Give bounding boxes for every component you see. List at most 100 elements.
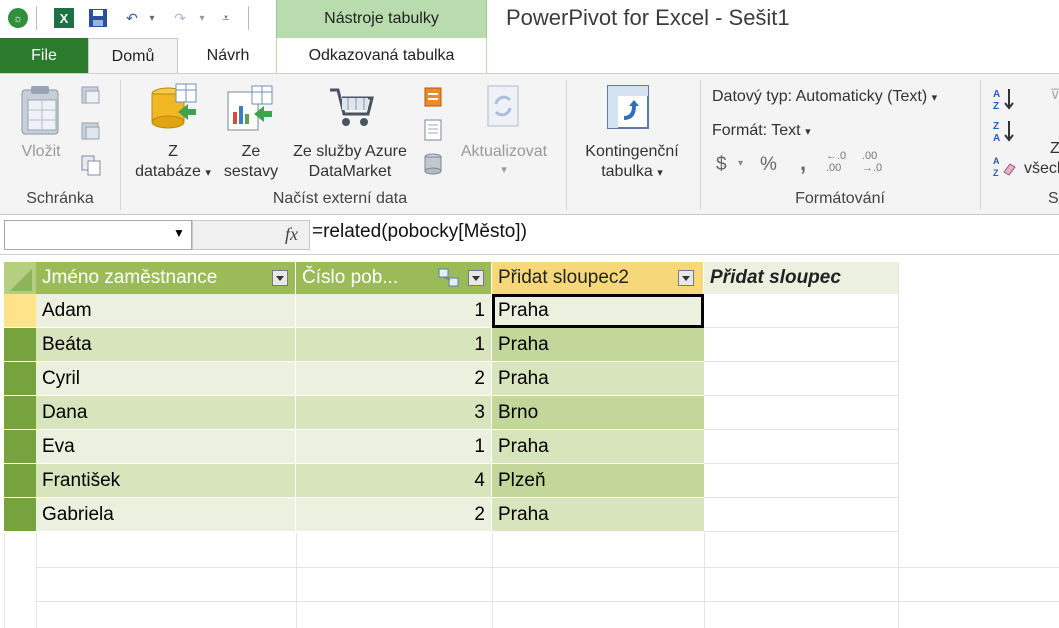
increase-decimal-button[interactable]: ←.0 .00 — [826, 150, 852, 174]
table-cell-empty[interactable] — [704, 430, 898, 464]
gridline — [296, 533, 297, 628]
clear-sort-icon[interactable]: AZ — [992, 154, 1018, 185]
chevron-down-icon[interactable]: ▼ — [173, 226, 185, 240]
kontingencni-label-1: Kontingenční — [585, 143, 679, 160]
table-cell-empty[interactable] — [704, 464, 898, 498]
comma-button[interactable]: , — [800, 150, 806, 176]
sort-ascending-icon[interactable]: AZ — [992, 86, 1018, 117]
kontingencni-tabulka-button[interactable]: tabulka ▾ — [574, 162, 690, 183]
pivot-table-icon — [606, 84, 652, 137]
column-filter-dropdown-icon[interactable] — [678, 270, 694, 286]
decrease-decimal-button[interactable]: .00 →.0 — [862, 150, 888, 174]
table-cell[interactable]: Praha — [492, 498, 704, 532]
column-header-pridat-sloupec2[interactable]: Přidat sloupec2 — [492, 262, 704, 294]
column-header-cislo-pobocky[interactable]: Číslo pob... — [296, 262, 492, 294]
table-cell[interactable]: Cyril — [36, 362, 296, 396]
excel-icon[interactable]: X — [52, 6, 76, 30]
data-cylinder-icon[interactable] — [422, 152, 444, 175]
table-cell[interactable]: Eva — [36, 430, 296, 464]
row-header[interactable] — [4, 430, 36, 464]
shopping-cart-icon — [326, 84, 378, 139]
table-cell-empty[interactable] — [704, 362, 898, 396]
row-header[interactable] — [4, 498, 36, 532]
table-cell[interactable]: Brno — [492, 396, 704, 430]
paste-replace-icon[interactable] — [80, 120, 102, 142]
clear-all-filters-button[interactable]: všech — [1024, 160, 1059, 178]
data-type-dropdown[interactable]: Datový typ: Automaticky (Text) ▾ — [712, 88, 937, 106]
gridline — [492, 533, 493, 628]
column-header-add-column[interactable]: Přidat sloupec — [704, 262, 898, 294]
z-databaze-label-2: databáze — [135, 163, 201, 180]
column-header-jmeno[interactable]: Jméno zaměstnance — [36, 262, 296, 294]
gridline — [704, 533, 705, 628]
tab-file[interactable]: File — [0, 38, 88, 73]
gridline — [36, 567, 1059, 568]
table-cell-empty[interactable] — [704, 328, 898, 362]
table-cell[interactable]: Praha — [492, 362, 704, 396]
undo-dropdown-icon[interactable]: ▾ — [140, 6, 164, 30]
other-sources-icon[interactable] — [422, 86, 444, 108]
aktualizovat-button[interactable]: Aktualizovat — [450, 142, 558, 162]
svg-text:Z: Z — [993, 168, 999, 178]
currency-button[interactable]: $ — [716, 154, 727, 176]
select-all-corner[interactable] — [4, 262, 36, 294]
table-cell[interactable]: Beáta — [36, 328, 296, 362]
azure-datamarket-button[interactable]: Ze služby Azure — [284, 142, 416, 162]
group-label-schranka: Schránka — [26, 190, 94, 207]
gridline — [36, 601, 1059, 602]
fx-icon[interactable]: fx — [285, 224, 298, 245]
redo-icon: ↷ — [174, 9, 186, 26]
table-cell[interactable]: 2 — [296, 498, 492, 532]
table-cell[interactable]: 2 — [296, 362, 492, 396]
table-cell[interactable]: Gabriela — [36, 498, 296, 532]
table-cell[interactable]: Praha — [492, 328, 704, 362]
refresh-icon — [486, 84, 522, 135]
table-cell[interactable]: František — [36, 464, 296, 498]
row-header[interactable] — [4, 328, 36, 362]
formula-input[interactable]: =related(pobocky[Město]) — [312, 221, 527, 243]
save-icon[interactable] — [86, 6, 110, 30]
row-header[interactable] — [4, 294, 36, 328]
gridline — [4, 533, 5, 628]
group-separator — [700, 80, 701, 210]
table-cell-empty[interactable] — [704, 294, 898, 328]
format-dropdown[interactable]: Formát: Text ▾ — [712, 122, 811, 140]
table-cell[interactable]: Adam — [36, 294, 296, 328]
powerpivot-logo-icon[interactable]: ☼ — [6, 6, 30, 30]
selected-cell[interactable]: Praha — [492, 294, 704, 328]
table-cell[interactable]: Dana — [36, 396, 296, 430]
percent-button[interactable]: % — [760, 154, 777, 176]
column-header-label: Číslo pob... — [302, 267, 399, 288]
copy-icon[interactable] — [80, 154, 102, 176]
tab-odkazovana-tabulka[interactable]: Odkazovaná tabulka — [276, 38, 487, 73]
paste-append-icon[interactable] — [80, 84, 102, 106]
svg-text:A: A — [993, 89, 1000, 100]
tab-domu[interactable]: Domů — [88, 38, 178, 74]
ze-sestavy-button[interactable]: Ze — [220, 142, 282, 162]
table-cell[interactable]: Praha — [492, 430, 704, 464]
filter-icon[interactable]: ⊽ — [1050, 86, 1059, 103]
row-header[interactable] — [4, 396, 36, 430]
group-label-sort: S — [1048, 190, 1059, 207]
gridline — [36, 533, 37, 628]
table-cell[interactable]: 4 — [296, 464, 492, 498]
name-box[interactable]: ▼ — [4, 220, 192, 250]
table-cell[interactable]: Plzeň — [492, 464, 704, 498]
vsech-label-1: Z — [1050, 140, 1059, 157]
table-cell[interactable]: 3 — [296, 396, 492, 430]
existing-connections-icon[interactable] — [422, 118, 444, 141]
table-cell[interactable]: 1 — [296, 328, 492, 362]
row-header[interactable] — [4, 464, 36, 498]
sort-descending-icon[interactable]: ZA — [992, 118, 1018, 149]
table-cell[interactable]: 1 — [296, 430, 492, 464]
row-header[interactable] — [4, 362, 36, 396]
table-cell[interactable]: 1 — [296, 294, 492, 328]
table-cell-empty[interactable] — [704, 396, 898, 430]
z-databaze-button[interactable]: databáze ▾ — [128, 162, 218, 183]
column-filter-dropdown-icon[interactable] — [468, 270, 484, 286]
table-cell-empty[interactable] — [704, 498, 898, 532]
customize-toolbar-icon[interactable]: ⩡ — [214, 6, 238, 30]
tab-navrh[interactable]: Návrh — [180, 38, 276, 73]
paste-button[interactable]: Vložit — [16, 142, 66, 162]
column-filter-dropdown-icon[interactable] — [272, 270, 288, 286]
